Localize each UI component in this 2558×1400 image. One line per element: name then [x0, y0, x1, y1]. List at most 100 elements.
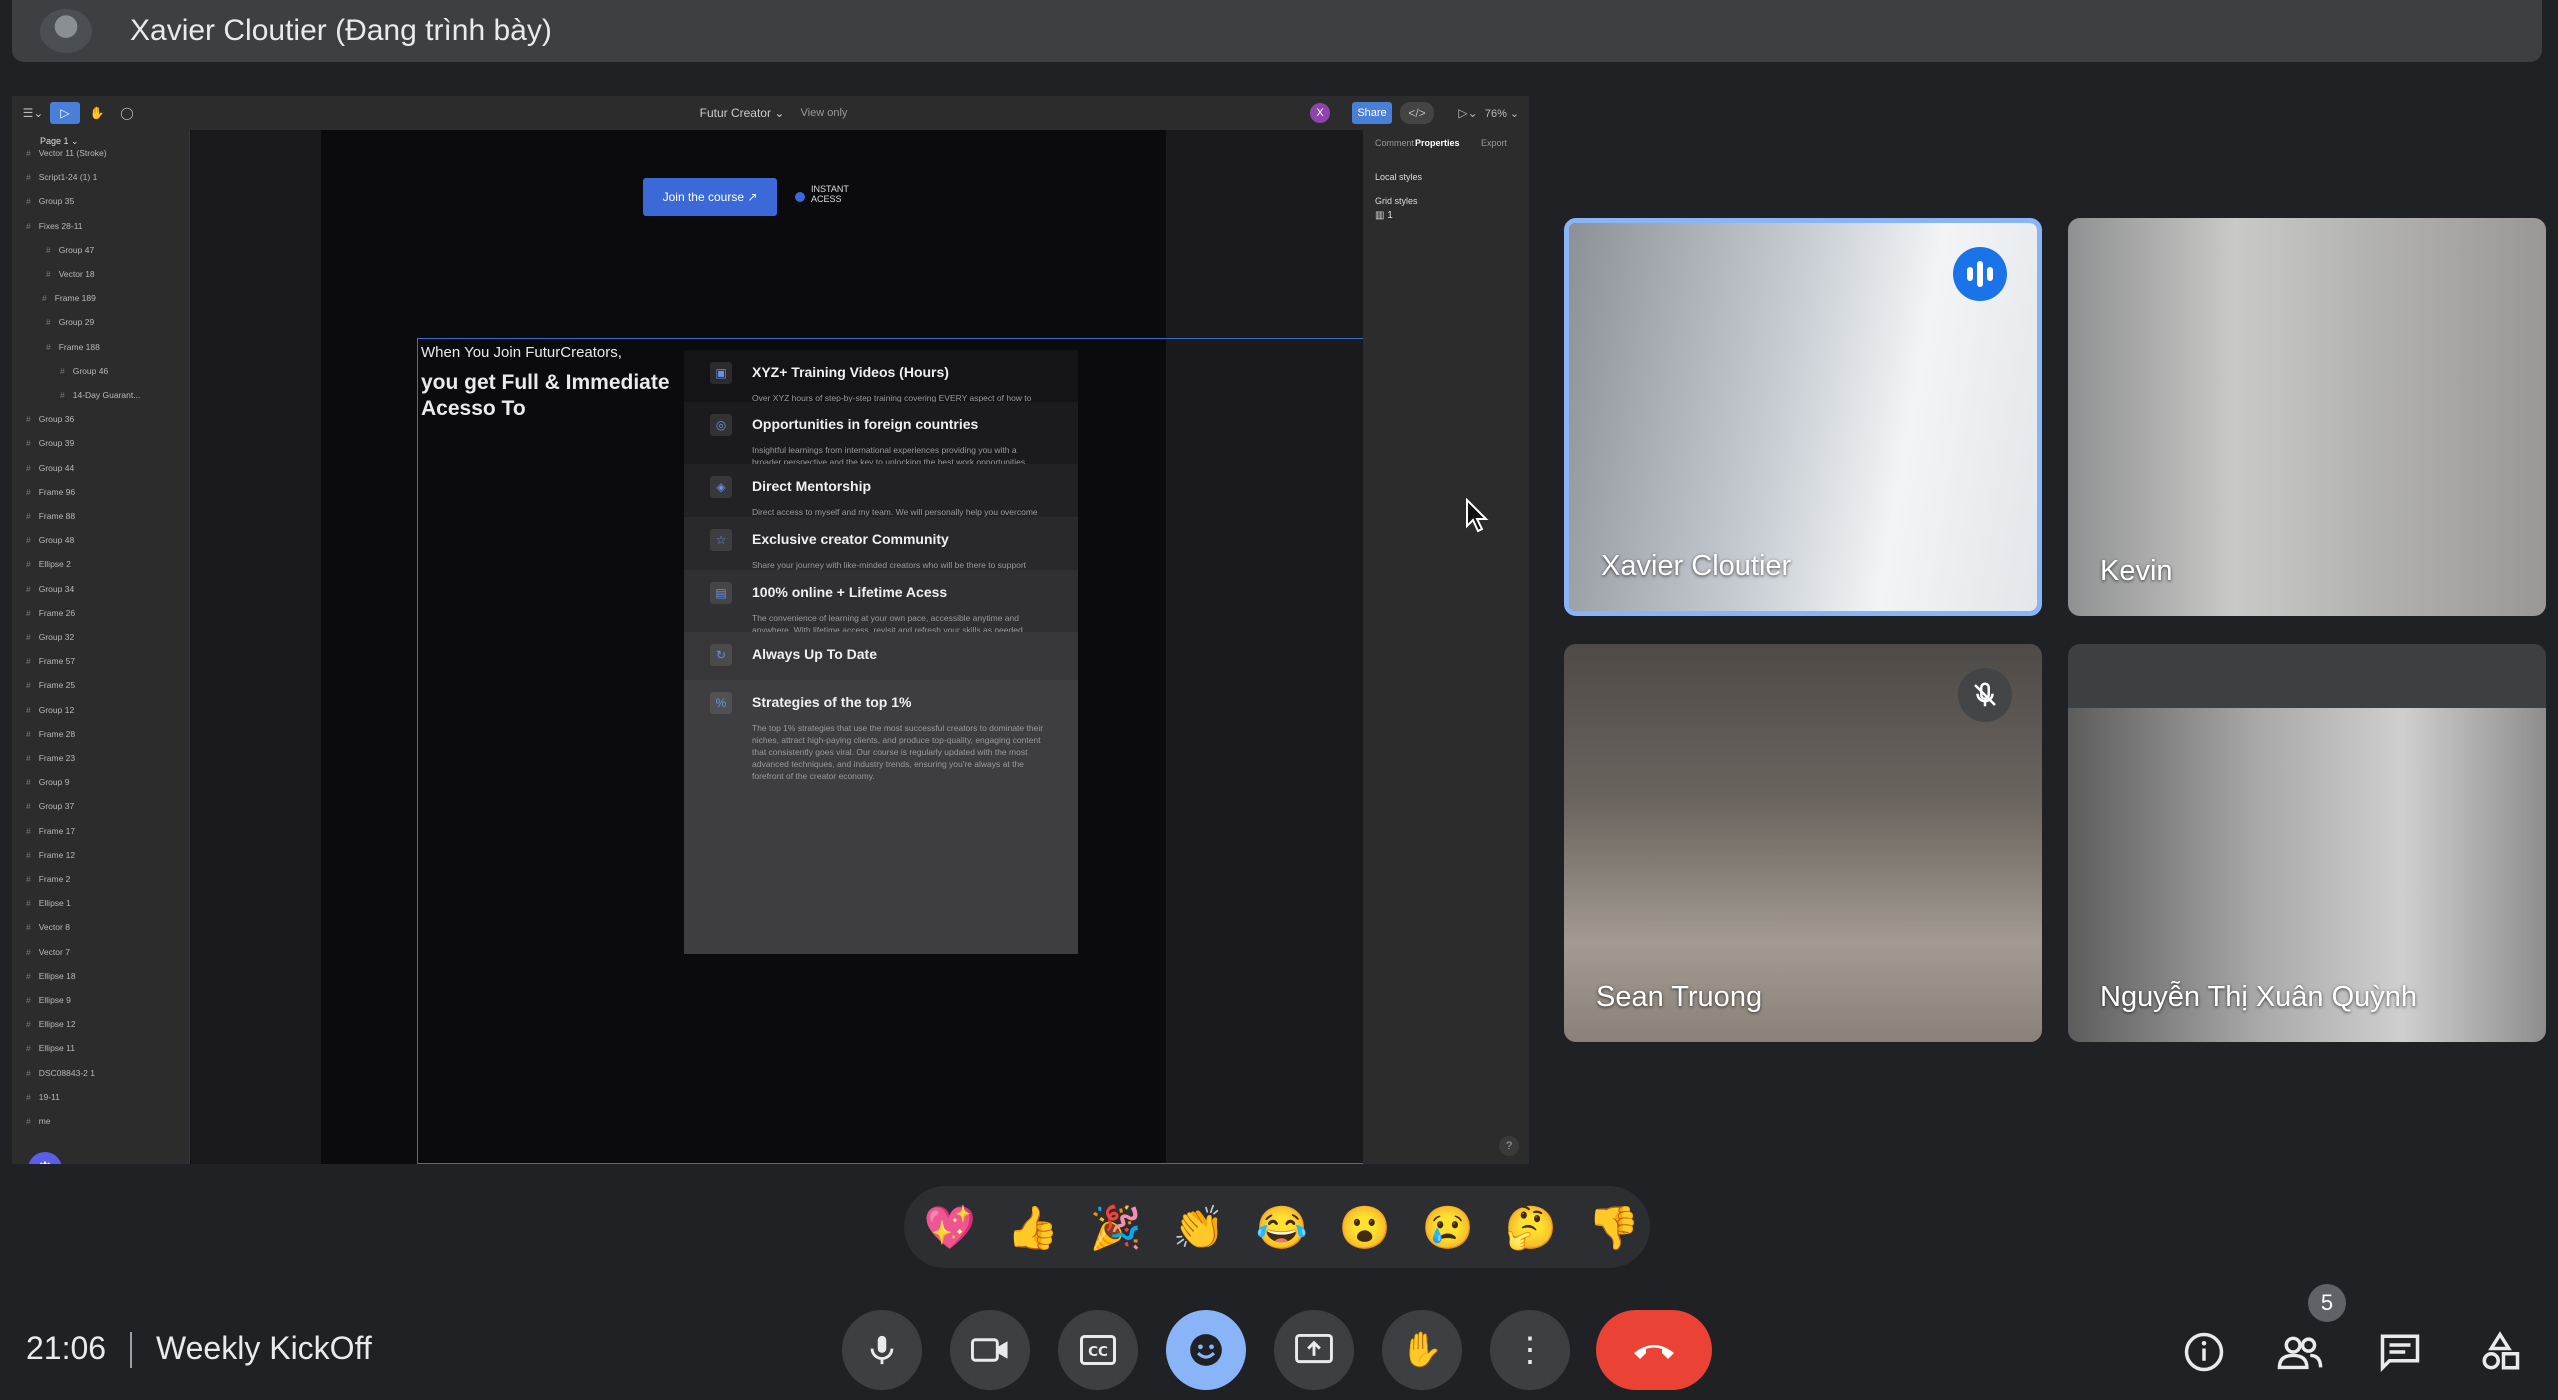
- layer-item[interactable]: Fixes 28-11: [26, 221, 83, 231]
- comment-tool-icon[interactable]: ◯: [114, 102, 140, 124]
- layer-item[interactable]: Frame 28: [26, 729, 75, 739]
- layer-item[interactable]: Group 32: [26, 632, 74, 642]
- layer-item[interactable]: Frame 17: [26, 826, 75, 836]
- reactions-button[interactable]: [1166, 1310, 1246, 1390]
- layer-item[interactable]: Ellipse 9: [26, 995, 71, 1005]
- share-button[interactable]: Share: [1352, 102, 1392, 124]
- layer-item[interactable]: Group 12: [26, 705, 74, 715]
- layer-item[interactable]: Ellipse 11: [26, 1043, 75, 1053]
- microphone-button[interactable]: [842, 1310, 922, 1390]
- reaction-emoji-button[interactable]: 👍: [1005, 1200, 1061, 1256]
- reaction-emoji-button[interactable]: 🎉: [1088, 1200, 1144, 1256]
- hand-tool-icon[interactable]: ✋: [84, 102, 110, 124]
- feature-item: ☆ Exclusive creator Community Share your j…: [684, 517, 1078, 582]
- people-button[interactable]: [2270, 1322, 2330, 1382]
- layer-item[interactable]: Ellipse 1: [26, 898, 71, 908]
- layer-item[interactable]: Group 34: [26, 584, 74, 594]
- layer-item[interactable]: Frame 26: [26, 608, 75, 618]
- layer-item[interactable]: Vector 11 (Stroke): [26, 148, 107, 158]
- layer-item[interactable]: Group 29: [46, 317, 94, 327]
- layer-item[interactable]: Script1-24 (1) 1: [26, 172, 98, 182]
- participant-tile-sean[interactable]: Sean Truong: [1564, 644, 2042, 1042]
- layer-item[interactable]: Group 9: [26, 777, 70, 787]
- layer-item[interactable]: DSC08843-2 1: [26, 1068, 95, 1078]
- layer-item[interactable]: Group 46: [60, 366, 108, 376]
- join-course-button: Join the course ↗: [643, 178, 777, 216]
- end-call-button[interactable]: [1596, 1310, 1712, 1390]
- layer-item[interactable]: Group 47: [46, 245, 94, 255]
- chat-button[interactable]: [2370, 1322, 2430, 1382]
- layer-item[interactable]: Group 39: [26, 438, 74, 448]
- raise-hand-button[interactable]: ✋: [1382, 1310, 1462, 1390]
- grid-style-icon[interactable]: ▥ 1: [1375, 210, 1393, 221]
- layer-item[interactable]: Group 37: [26, 801, 74, 811]
- main-menu-icon[interactable]: ☰⌄: [18, 102, 48, 124]
- layer-item[interactable]: 19-11: [26, 1092, 60, 1102]
- move-tool-icon[interactable]: ▷: [50, 102, 80, 124]
- view-only-label: View only: [800, 107, 848, 119]
- present-play-icon[interactable]: ▷⌄: [1458, 102, 1478, 124]
- layer-item[interactable]: Ellipse 12: [26, 1019, 76, 1029]
- meeting-details-button[interactable]: [2174, 1322, 2234, 1382]
- settings-icon[interactable]: ⚙: [28, 1152, 62, 1164]
- presenter-avatar: [40, 9, 92, 53]
- layer-item[interactable]: Frame 96: [26, 487, 75, 497]
- layer-item[interactable]: me: [26, 1116, 51, 1126]
- participant-name: Kevin: [2100, 555, 2173, 587]
- reaction-emoji-button[interactable]: 🤔: [1503, 1200, 1559, 1256]
- reaction-emoji-button[interactable]: 💖: [922, 1200, 978, 1256]
- reaction-emoji-button[interactable]: 😢: [1420, 1200, 1476, 1256]
- layer-item[interactable]: Group 44: [26, 463, 74, 473]
- layer-item[interactable]: Group 36: [26, 414, 74, 424]
- zoom-level[interactable]: 76% ⌄: [1484, 102, 1520, 124]
- presenter-label: Xavier Cloutier (Đang trình bày): [130, 14, 552, 47]
- microphone-icon: [870, 1335, 894, 1365]
- layer-item[interactable]: Frame 12: [26, 850, 75, 860]
- activities-button[interactable]: [2470, 1322, 2530, 1382]
- feature-description: The top 1% strategies that use the most …: [752, 723, 1044, 781]
- layers-panel: Page 1 ⌄ Vector 11 (Stroke) Script1-24 (1…: [12, 130, 190, 1164]
- present-screen-button[interactable]: [1274, 1310, 1354, 1390]
- tab-export[interactable]: Export: [1481, 138, 1507, 148]
- layer-item[interactable]: Vector 8: [26, 922, 70, 932]
- tab-comment[interactable]: Comment: [1375, 138, 1414, 148]
- reaction-emoji-button[interactable]: 👎: [1586, 1200, 1642, 1256]
- layer-item[interactable]: Frame 88: [26, 511, 75, 521]
- participant-tile-xavier[interactable]: Xavier Cloutier: [1564, 218, 2042, 616]
- layer-item[interactable]: Frame 23: [26, 753, 75, 763]
- reaction-emoji-button[interactable]: 😮: [1337, 1200, 1393, 1256]
- camera-button[interactable]: [950, 1310, 1030, 1390]
- user-avatar[interactable]: X: [1310, 103, 1330, 123]
- feature-title: Exclusive creator Community: [752, 531, 949, 547]
- dev-mode-toggle-icon[interactable]: </>: [1400, 102, 1434, 124]
- layer-item[interactable]: Group 35: [26, 196, 74, 206]
- shared-screen: ☰⌄ ▷ ✋ ◯ Futur Creator ⌄ View only X Sha…: [12, 96, 1529, 1164]
- layer-item[interactable]: 14-Day Guarant...: [60, 390, 141, 400]
- page-selector[interactable]: Page 1 ⌄: [40, 136, 79, 147]
- captions-button[interactable]: CC: [1058, 1310, 1138, 1390]
- layer-item[interactable]: Frame 189: [42, 293, 96, 303]
- layer-item[interactable]: Frame 2: [26, 874, 71, 884]
- more-options-button[interactable]: ⋮: [1490, 1310, 1570, 1390]
- feature-item: ▣ XYZ+ Training Videos (Hours) Over XYZ ho…: [684, 350, 1078, 415]
- layer-item[interactable]: Frame 188: [46, 342, 100, 352]
- layer-item[interactable]: Group 48: [26, 535, 74, 545]
- reaction-emoji-button[interactable]: 👏: [1171, 1200, 1227, 1256]
- join-heading: you get Full & Immediate Acesso To: [421, 371, 670, 420]
- feature-icon: ▤: [710, 582, 732, 604]
- layer-item[interactable]: Frame 57: [26, 656, 75, 666]
- design-canvas[interactable]: Join the course ↗ INSTANT ACESS When You…: [191, 130, 1525, 1164]
- tab-properties[interactable]: Properties: [1415, 138, 1460, 148]
- participant-count-badge: 5: [2308, 1284, 2346, 1322]
- participant-tile-quynh[interactable]: Nguyễn Thị Xuân Quỳnh: [2068, 644, 2546, 1042]
- feature-item: ◈ Direct Mentorship Direct access to mysel…: [684, 464, 1078, 529]
- reaction-emoji-button[interactable]: 😂: [1254, 1200, 1310, 1256]
- layer-item[interactable]: Vector 18: [46, 269, 95, 279]
- layer-item[interactable]: Ellipse 18: [26, 971, 76, 981]
- layer-item[interactable]: Ellipse 2: [26, 559, 71, 569]
- layer-item[interactable]: Frame 25: [26, 680, 75, 690]
- participant-tile-kevin[interactable]: Kevin: [2068, 218, 2546, 616]
- help-icon[interactable]: ?: [1499, 1136, 1519, 1156]
- file-name[interactable]: Futur Creator ⌄: [692, 102, 792, 124]
- layer-item[interactable]: Vector 7: [26, 947, 70, 957]
